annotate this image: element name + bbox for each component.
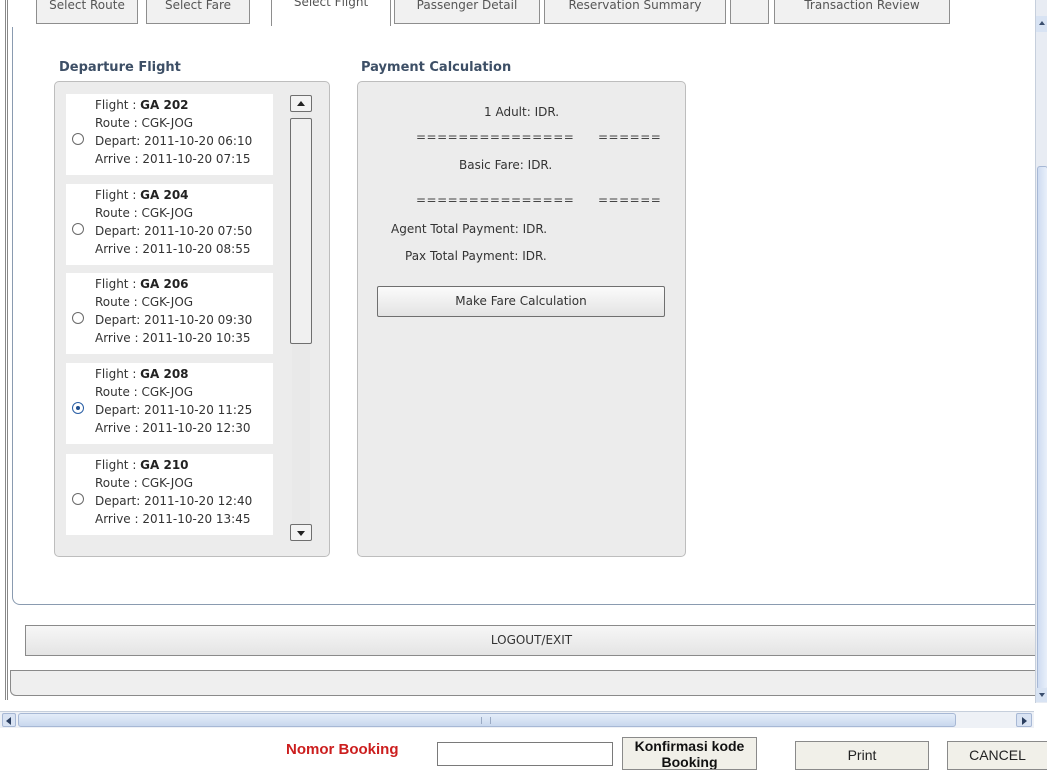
flight-depart: Depart: 2011-10-20 06:10 [95, 134, 253, 148]
separator-short: ====== [598, 130, 662, 144]
scroll-left-button[interactable] [2, 713, 16, 727]
booking-number-label: Nomor Booking [286, 741, 399, 758]
flight-arrive: Arrive : 2011-10-20 08:55 [95, 242, 251, 256]
flight-label: Flight : [95, 277, 141, 291]
radio-button-icon[interactable] [72, 493, 84, 505]
flight-route: Route : CGK-JOG [95, 385, 194, 399]
flight-label: Flight : [95, 367, 141, 381]
scroll-down-button[interactable] [290, 524, 312, 541]
departure-flight-heading: Departure Flight [59, 60, 181, 75]
flight-arrive: Arrive : 2011-10-20 10:35 [95, 331, 251, 345]
booking-number-input[interactable] [437, 742, 613, 766]
flight-number: GA 210 [140, 458, 189, 472]
flight-route: Route : CGK-JOG [95, 295, 194, 309]
flight-list-scrollbar[interactable] [290, 95, 312, 541]
flight-route: Route : CGK-JOG [95, 206, 194, 220]
separator-short: ====== [598, 193, 662, 207]
scroll-right-button[interactable] [1016, 713, 1032, 727]
flight-option-ga210[interactable]: Flight : GA 210 Route : CGK-JOG Depart: … [66, 454, 273, 535]
flight-arrive: Arrive : 2011-10-20 12:30 [95, 421, 251, 435]
triangle-up-icon [1039, 21, 1045, 25]
basic-fare-line: Basic Fare: IDR. [459, 158, 553, 172]
triangle-down-icon [297, 531, 305, 536]
tab-select-fare[interactable]: Select Fare [146, 0, 250, 24]
footer-bar: Nomor Booking Konfirmasi kode Booking Pr… [0, 729, 1047, 771]
payment-panel [357, 81, 686, 557]
triangle-left-icon [6, 717, 11, 725]
flight-arrive: Arrive : 2011-10-20 13:45 [95, 512, 251, 526]
flight-option-ga206[interactable]: Flight : GA 206 Route : CGK-JOG Depart: … [66, 273, 273, 354]
cancel-button[interactable]: CANCEL [947, 741, 1047, 770]
scroll-down-button[interactable] [1036, 688, 1047, 702]
logout-exit-button[interactable]: LOGOUT/EXIT [25, 625, 1037, 656]
tab-reservation-summary[interactable]: Reservation Summary [544, 0, 726, 24]
radio-button-selected-icon[interactable] [72, 402, 84, 414]
separator-long: =============== [416, 193, 575, 207]
tab-transaction-review[interactable]: Transaction Review [774, 0, 950, 24]
tab-unlabeled[interactable] [730, 0, 769, 24]
radio-button-icon[interactable] [72, 223, 84, 235]
bottom-status-strip [10, 670, 1042, 696]
make-fare-calculation-button[interactable]: Make Fare Calculation [377, 286, 665, 317]
payment-calculation-heading: Payment Calculation [361, 60, 512, 75]
flight-depart: Depart: 2011-10-20 11:25 [95, 403, 253, 417]
radio-button-icon[interactable] [72, 133, 84, 145]
flight-arrive: Arrive : 2011-10-20 07:15 [95, 152, 251, 166]
flight-option-ga202[interactable]: Flight : GA 202 Route : CGK-JOG Depart: … [66, 94, 273, 175]
scroll-grip-icon [481, 717, 491, 724]
adult-fare-line: 1 Adult: IDR. [484, 105, 560, 119]
flight-scroll-thumb[interactable] [290, 118, 312, 344]
flight-depart: Depart: 2011-10-20 07:50 [95, 224, 253, 238]
radio-button-icon[interactable] [72, 312, 84, 324]
triangle-right-icon [1022, 717, 1027, 725]
scroll-up-button[interactable] [1036, 16, 1047, 32]
flight-label: Flight : [95, 98, 141, 112]
flight-option-ga208[interactable]: Flight : GA 208 Route : CGK-JOG Depart: … [66, 363, 273, 444]
flight-label: Flight : [95, 188, 141, 202]
flight-number: GA 204 [140, 188, 189, 202]
flight-route: Route : CGK-JOG [95, 116, 194, 130]
triangle-up-icon [297, 101, 305, 106]
window-left-border [5, 0, 8, 700]
tab-bar: Select Route Select Fare Select Flight P… [22, 0, 1002, 28]
app-window: Select Route Select Fare Select Flight P… [0, 0, 1047, 711]
tab-select-flight[interactable]: Select Flight [271, 0, 391, 26]
vertical-scrollbar[interactable] [1035, 0, 1047, 703]
flight-option-ga204[interactable]: Flight : GA 204 Route : CGK-JOG Depart: … [66, 184, 273, 265]
horizontal-scrollbar[interactable] [0, 711, 1034, 728]
vertical-scroll-thumb[interactable] [1037, 166, 1047, 690]
tab-select-route[interactable]: Select Route [36, 0, 138, 24]
horizontal-scroll-thumb[interactable] [18, 713, 956, 727]
agent-total-line: Agent Total Payment: IDR. [391, 222, 548, 236]
pax-total-line: Pax Total Payment: IDR. [405, 249, 547, 263]
triangle-down-icon [1039, 693, 1045, 697]
flight-label: Flight : [95, 458, 141, 472]
flight-depart: Depart: 2011-10-20 09:30 [95, 313, 253, 327]
tab-passenger-detail[interactable]: Passenger Detail [394, 0, 540, 24]
confirm-booking-code-button[interactable]: Konfirmasi kode Booking [622, 737, 757, 770]
print-button[interactable]: Print [795, 741, 929, 770]
flight-depart: Depart: 2011-10-20 12:40 [95, 494, 253, 508]
flight-number: GA 202 [140, 98, 189, 112]
flight-number: GA 206 [140, 277, 189, 291]
scroll-up-button[interactable] [290, 95, 312, 112]
flight-route: Route : CGK-JOG [95, 476, 194, 490]
separator-long: =============== [416, 130, 575, 144]
flight-number: GA 208 [140, 367, 189, 381]
